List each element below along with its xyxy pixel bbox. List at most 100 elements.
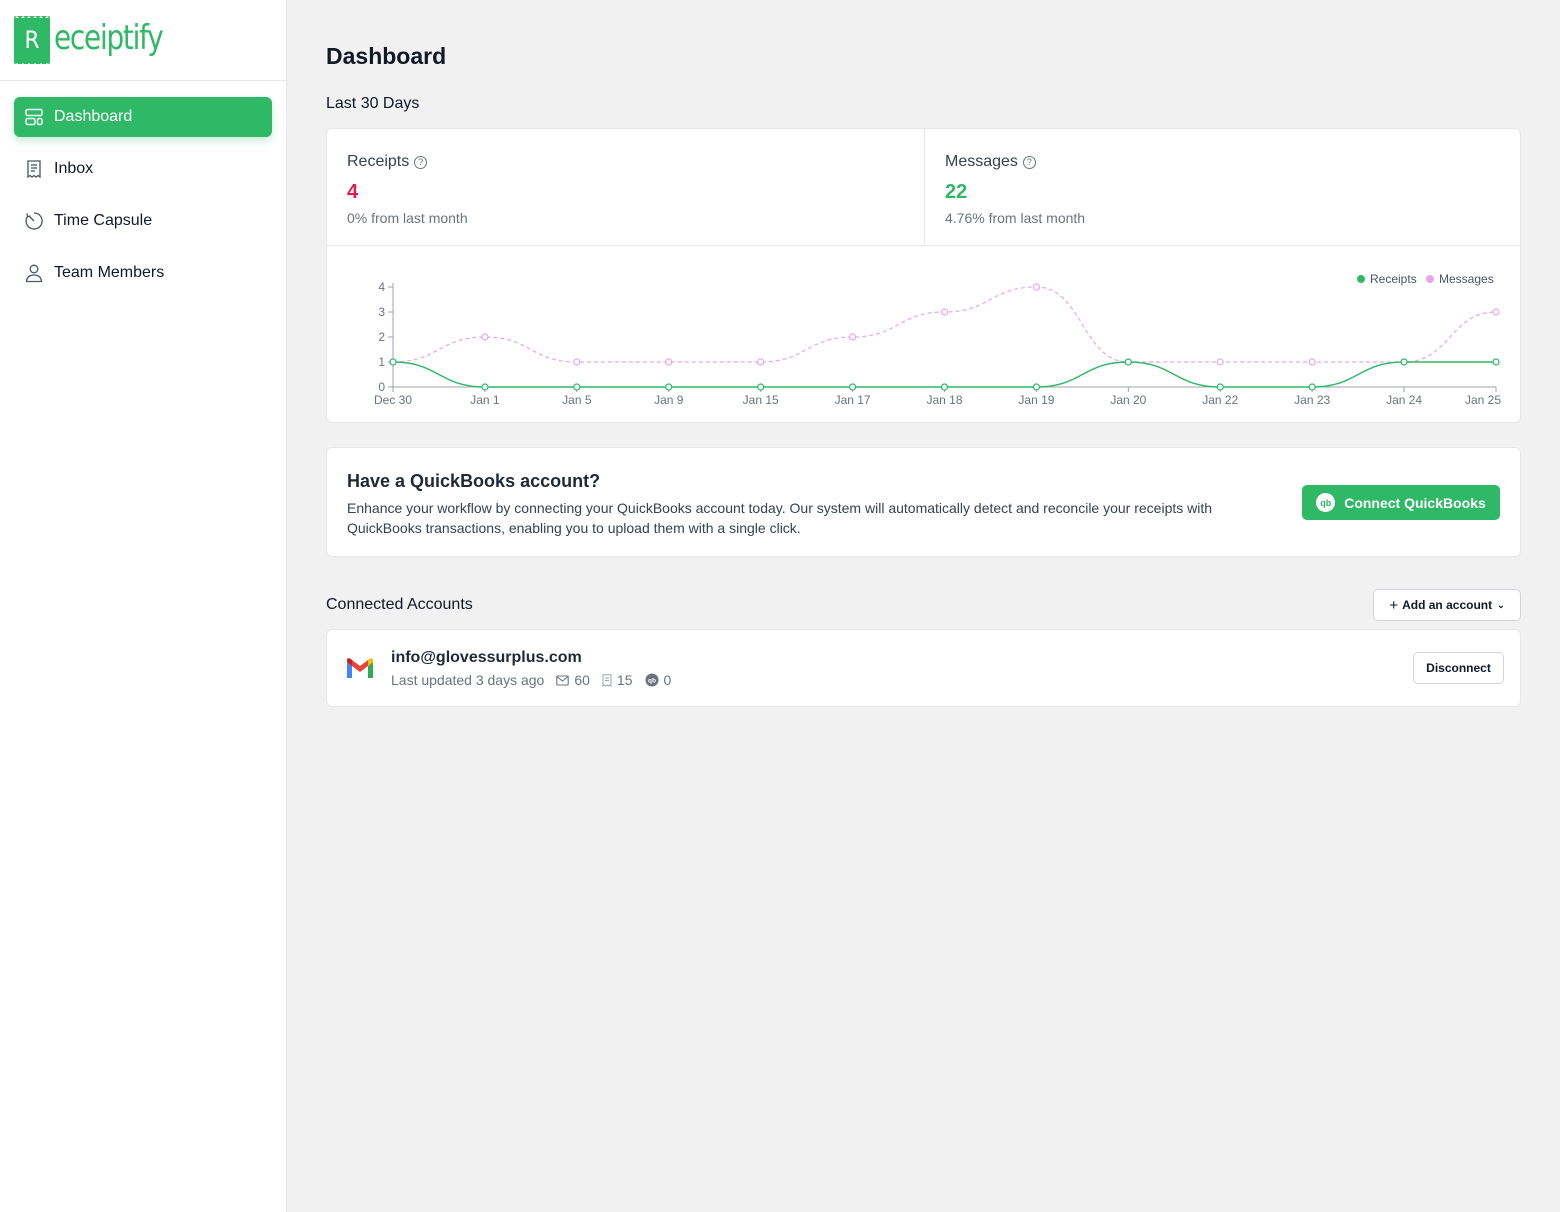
data-point-receipts xyxy=(665,383,673,391)
sidebar-item-time-capsule[interactable]: Time Capsule xyxy=(14,201,272,241)
data-point-receipts xyxy=(1400,358,1408,366)
data-point-receipts xyxy=(481,383,489,391)
x-tick-label: Jan 17 xyxy=(835,393,871,407)
messages-count: 60 xyxy=(556,672,590,688)
stats-card: Receipts ? 4 0% from last month Messages… xyxy=(326,128,1521,423)
messages-label-row: Messages ? xyxy=(945,153,1500,171)
help-icon[interactable]: ? xyxy=(1022,155,1036,169)
y-tick-label: 4 xyxy=(378,280,385,294)
page-title: Dashboard xyxy=(326,43,447,69)
data-point-messages xyxy=(1492,308,1500,316)
data-point-messages xyxy=(573,358,581,366)
y-tick-label: 3 xyxy=(378,305,385,319)
receipts-label-row: Receipts ? xyxy=(347,153,904,171)
logo[interactable]: R eceiptify xyxy=(0,0,286,81)
user-icon xyxy=(24,263,44,283)
legend-marker-receipts xyxy=(1357,275,1365,283)
data-point-messages xyxy=(757,358,765,366)
data-point-receipts xyxy=(573,383,581,391)
sidebar-item-label: Team Members xyxy=(54,264,165,281)
receipts-stat: Receipts ? 4 0% from last month xyxy=(327,129,925,246)
receipts-value: 4 xyxy=(347,181,359,203)
dashboard-icon xyxy=(24,107,44,127)
messages-value: 22 xyxy=(945,181,968,203)
quickbooks-card: Have a QuickBooks account? Enhance your … xyxy=(326,447,1521,557)
sidebar-item-label: Time Capsule xyxy=(54,212,153,229)
data-point-messages xyxy=(1216,358,1224,366)
sidebar-item-dashboard[interactable]: Dashboard xyxy=(14,97,272,137)
sidebar-item-label: Dashboard xyxy=(54,108,133,125)
receipts-label: Receipts xyxy=(347,153,410,170)
quickbooks-count: qb 0 xyxy=(645,672,672,688)
data-point-receipts xyxy=(848,383,857,391)
sidebar-nav: Dashboard Inbox Time Capsule Team Member… xyxy=(0,81,286,321)
messages-stat: Messages ? 22 4.76% from last month xyxy=(925,129,1520,246)
receipts-count: 15 xyxy=(602,672,633,688)
chart-area: 0 1 2 3 4 Dec 30 Jan 1 Jan 5 Jan 9 Jan 15 Jan 17 Ja… xyxy=(327,246,1520,422)
x-tick-label: Jan 9 xyxy=(654,393,684,407)
data-point-receipts xyxy=(389,358,397,366)
connect-quickbooks-label: Connect QuickBooks xyxy=(1344,494,1486,511)
gmail-icon xyxy=(347,658,373,678)
data-point-messages xyxy=(1308,358,1316,366)
x-tick-label: Jan 25 xyxy=(1465,393,1501,407)
series-line-messages xyxy=(392,286,1497,363)
quickbooks-icon: qb xyxy=(1316,493,1336,512)
connect-quickbooks-button[interactable]: qb Connect QuickBooks xyxy=(1302,485,1500,520)
svg-text:qb: qb xyxy=(648,678,656,685)
data-point-messages xyxy=(665,358,673,366)
data-point-receipts xyxy=(1492,358,1500,366)
messages-count-value: 60 xyxy=(574,672,590,688)
timer-icon xyxy=(24,211,44,231)
account-row: info@glovessurplus.com Last updated 3 da… xyxy=(326,629,1521,707)
logo-mark: R xyxy=(14,15,50,65)
data-point-messages xyxy=(940,308,949,316)
x-tick-label: Jan 1 xyxy=(470,393,500,407)
legend-marker-messages xyxy=(1426,275,1434,283)
data-point-receipts xyxy=(1032,383,1041,391)
y-tick-label: 1 xyxy=(378,355,385,369)
sidebar-item-label: Inbox xyxy=(54,160,94,177)
sidebar-item-inbox[interactable]: Inbox xyxy=(14,149,272,189)
data-point-messages xyxy=(481,333,489,341)
quickbooks-description: Enhance your workflow by connecting your… xyxy=(347,500,1213,536)
x-tick-label: Jan 24 xyxy=(1386,393,1422,407)
quickbooks-count-value: 0 xyxy=(663,672,672,688)
x-tick-label: Jan 19 xyxy=(1018,393,1054,407)
x-tick-label: Jan 20 xyxy=(1110,393,1146,407)
disconnect-button[interactable]: Disconnect xyxy=(1413,652,1504,684)
x-tick-label: Jan 5 xyxy=(562,393,592,407)
data-point-receipts xyxy=(1216,383,1224,391)
account-meta: Last updated 3 days ago 60 15 qb 0 xyxy=(391,672,671,688)
data-point-receipts xyxy=(940,383,949,391)
help-icon[interactable]: ? xyxy=(414,155,428,169)
chevron-down-icon: ⌄ xyxy=(1497,599,1505,610)
sidebar: R eceiptify Dashboard Inbox Time Capsule xyxy=(0,0,287,1212)
account-updated: Last updated 3 days ago xyxy=(391,672,545,688)
add-account-button[interactable]: + Add an account ⌄ xyxy=(1373,589,1521,621)
data-point-receipts xyxy=(1124,358,1132,366)
sidebar-item-team-members[interactable]: Team Members xyxy=(14,253,272,293)
legend-label-receipts: Receipts xyxy=(1370,272,1417,286)
receipt-icon xyxy=(24,159,44,179)
x-tick-label: Jan 22 xyxy=(1202,393,1238,407)
messages-change: 4.76% from last month xyxy=(945,210,1086,226)
line-chart: 0 1 2 3 4 Dec 30 Jan 1 Jan 5 Jan 9 Jan 15 Jan 17 Ja… xyxy=(374,272,1501,407)
logo-text: eceiptify xyxy=(54,18,164,58)
quickbooks-icon: qb xyxy=(645,673,659,687)
data-point-messages xyxy=(1032,283,1041,291)
period-label: Last 30 Days xyxy=(326,95,420,112)
legend-label-messages: Messages xyxy=(1439,272,1494,286)
data-point-receipts xyxy=(1308,383,1316,391)
connected-accounts-title: Connected Accounts xyxy=(326,596,473,613)
plus-icon: + xyxy=(1389,596,1399,614)
x-tick-label: Jan 15 xyxy=(743,393,779,407)
mail-icon xyxy=(556,674,570,686)
x-tick-label: Jan 23 xyxy=(1294,393,1330,407)
data-point-receipts xyxy=(757,383,765,391)
receipts-change: 0% from last month xyxy=(347,210,468,226)
add-account-label: Add an account xyxy=(1402,598,1493,612)
x-tick-label: Dec 30 xyxy=(374,393,412,407)
series-line-receipts xyxy=(392,361,1496,388)
y-tick-label: 0 xyxy=(378,380,385,394)
